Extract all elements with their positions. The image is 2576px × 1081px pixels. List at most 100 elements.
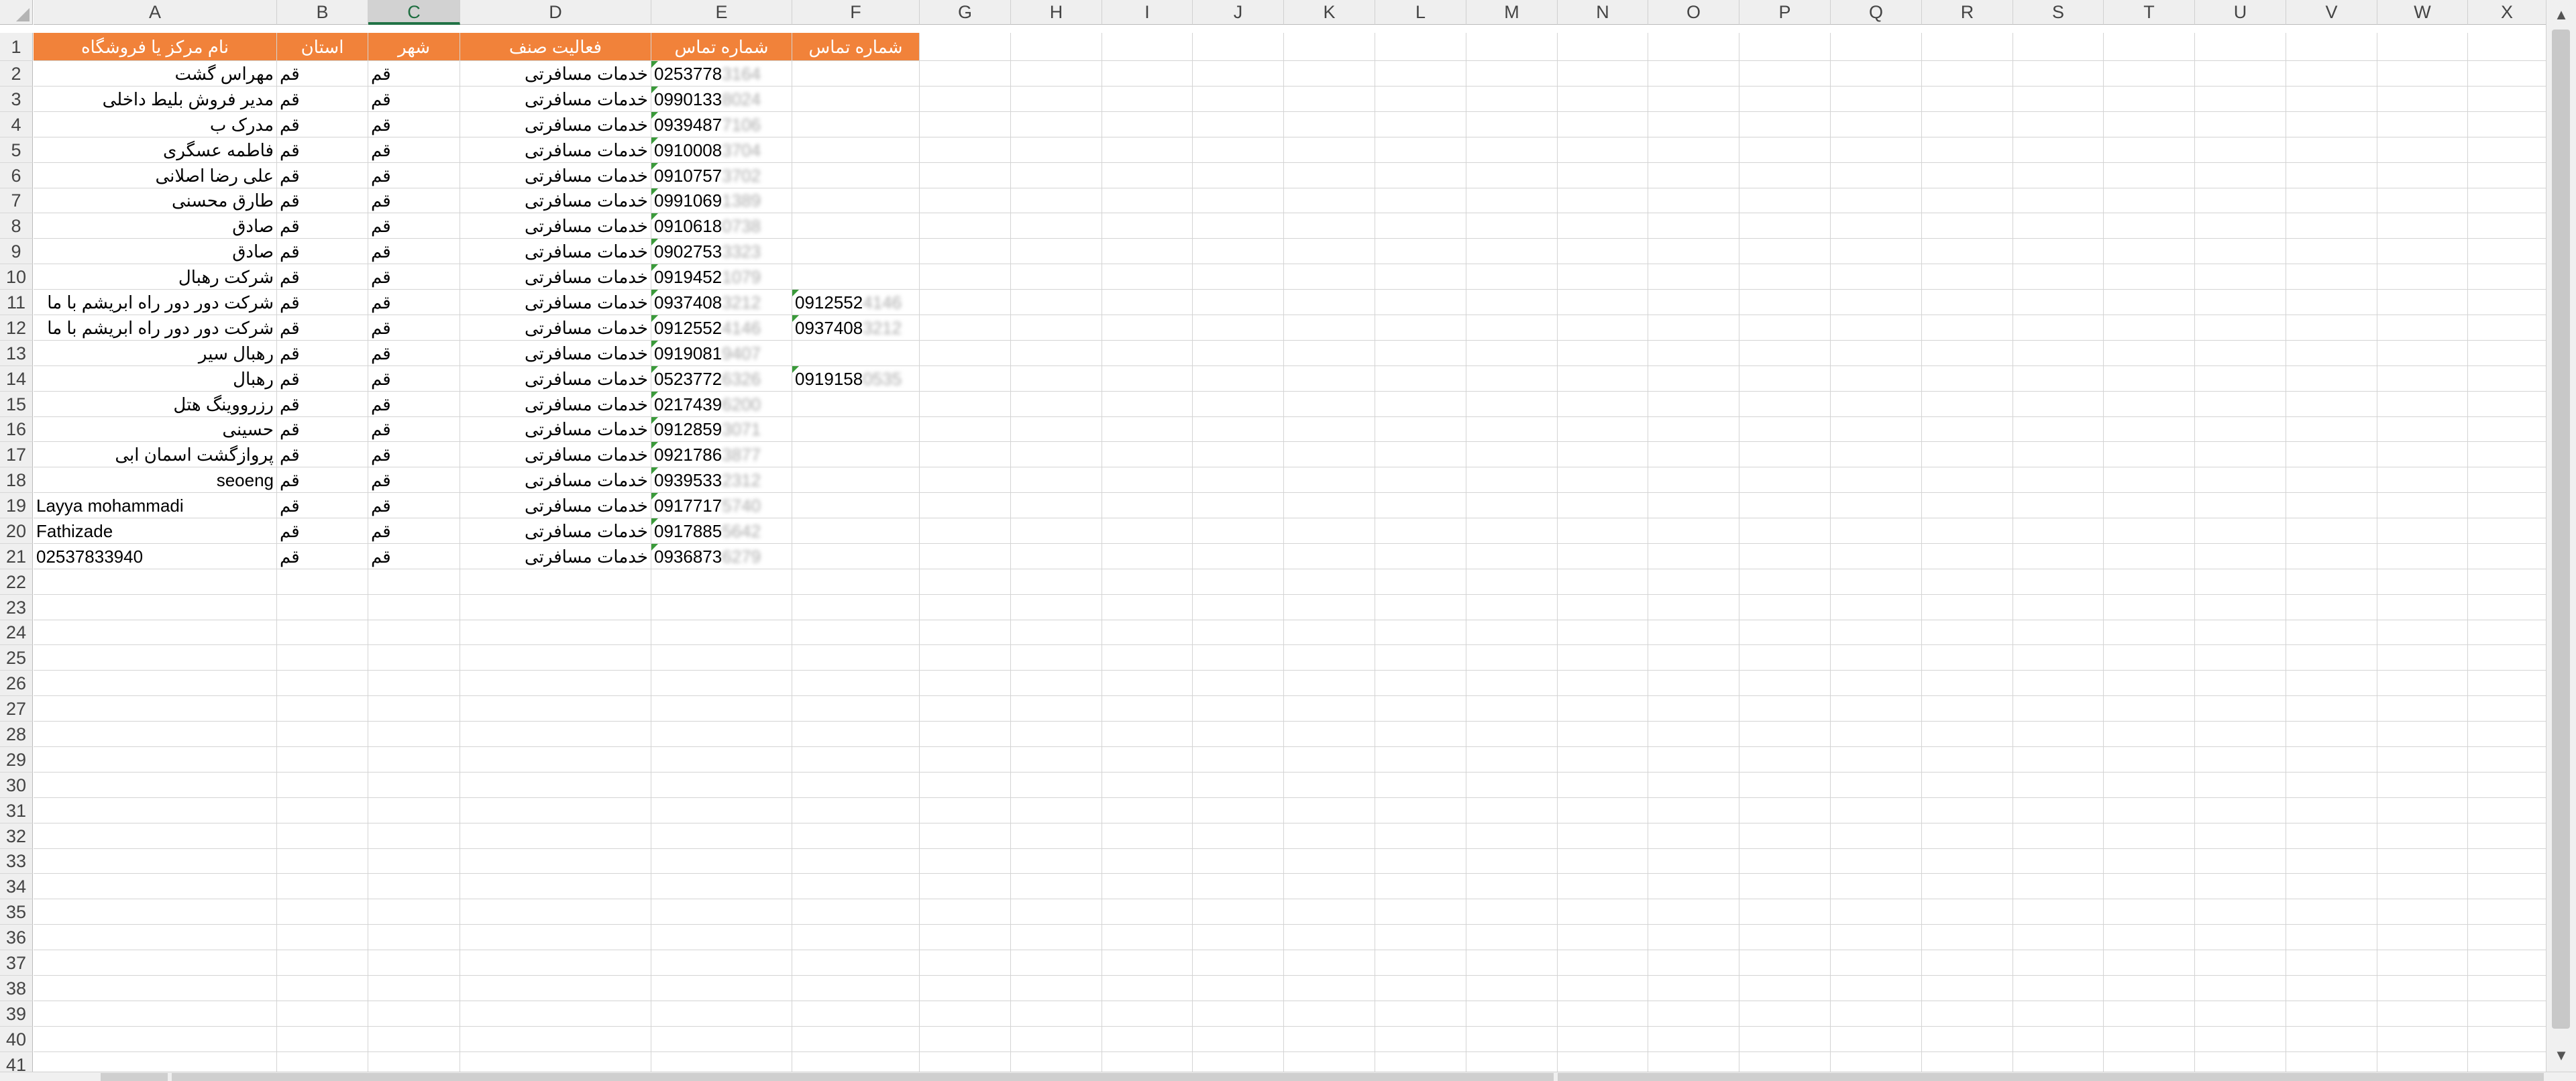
cell-h11[interactable] [1011, 290, 1102, 315]
cell-u1[interactable] [2195, 33, 2286, 61]
cell-a37[interactable] [34, 950, 277, 976]
cell-s3[interactable] [2013, 87, 2104, 112]
cell-b26[interactable] [277, 671, 368, 696]
cell-a12[interactable]: شرکت دور دور راه ابریشم با ما [34, 315, 277, 341]
row-header-37[interactable]: 37 [0, 950, 33, 976]
cell-d13[interactable]: خدمات مسافرتی [460, 341, 651, 366]
cell-h14[interactable] [1011, 366, 1102, 392]
cell-l38[interactable] [1375, 976, 1466, 1001]
cell-u40[interactable] [2195, 1027, 2286, 1052]
row-header-30[interactable]: 30 [0, 773, 33, 798]
cell-f9[interactable] [792, 239, 920, 264]
cell-u18[interactable] [2195, 467, 2286, 493]
cell-c14[interactable]: قم [368, 366, 460, 392]
cell-e21[interactable]: 09368736279 [651, 544, 792, 569]
cell-c6[interactable]: قم [368, 163, 460, 188]
cell-r8[interactable] [1922, 213, 2013, 239]
cell-g10[interactable] [920, 264, 1011, 290]
cell-s7[interactable] [2013, 188, 2104, 213]
cell-g7[interactable] [920, 188, 1011, 213]
cell-x34[interactable] [2468, 874, 2546, 899]
cell-e15[interactable]: 02174396200 [651, 392, 792, 417]
cell-n35[interactable] [1558, 899, 1648, 925]
cell-e37[interactable] [651, 950, 792, 976]
cell-t17[interactable] [2104, 442, 2195, 467]
cell-c20[interactable]: قم [368, 518, 460, 544]
cell-f20[interactable] [792, 518, 920, 544]
cell-m37[interactable] [1466, 950, 1558, 976]
cell-i13[interactable] [1102, 341, 1193, 366]
cell-e35[interactable] [651, 899, 792, 925]
cell-i11[interactable] [1102, 290, 1193, 315]
cell-i9[interactable] [1102, 239, 1193, 264]
cell-g16[interactable] [920, 417, 1011, 442]
cell-m15[interactable] [1466, 392, 1558, 417]
cell-f23[interactable] [792, 595, 920, 620]
cell-f26[interactable] [792, 671, 920, 696]
cell-i29[interactable] [1102, 747, 1193, 773]
cell-e5[interactable]: 09100083704 [651, 137, 792, 163]
cell-d17[interactable]: خدمات مسافرتی [460, 442, 651, 467]
cell-o7[interactable] [1648, 188, 1739, 213]
cell-b12[interactable]: قم [277, 315, 368, 341]
cell-n8[interactable] [1558, 213, 1648, 239]
cell-c30[interactable] [368, 773, 460, 798]
cell-d6[interactable]: خدمات مسافرتی [460, 163, 651, 188]
cell-s16[interactable] [2013, 417, 2104, 442]
cell-b7[interactable]: قم [277, 188, 368, 213]
cell-i31[interactable] [1102, 798, 1193, 823]
cell-s32[interactable] [2013, 823, 2104, 849]
cell-l18[interactable] [1375, 467, 1466, 493]
cell-v33[interactable] [2286, 849, 2377, 874]
cell-l40[interactable] [1375, 1027, 1466, 1052]
cell-n25[interactable] [1558, 645, 1648, 671]
cell-p26[interactable] [1739, 671, 1831, 696]
cell-m4[interactable] [1466, 112, 1558, 137]
cell-o1[interactable] [1648, 33, 1739, 61]
cell-n1[interactable] [1558, 33, 1648, 61]
cell-g19[interactable] [920, 493, 1011, 518]
cell-t24[interactable] [2104, 620, 2195, 645]
cell-e10[interactable]: 09194521079 [651, 264, 792, 290]
cell-g11[interactable] [920, 290, 1011, 315]
cell-c18[interactable]: قم [368, 467, 460, 493]
cell-s28[interactable] [2013, 722, 2104, 747]
cell-q41[interactable] [1831, 1052, 1922, 1072]
cell-c17[interactable]: قم [368, 442, 460, 467]
cell-e13[interactable]: 09190819407 [651, 341, 792, 366]
cell-r26[interactable] [1922, 671, 2013, 696]
cell-p10[interactable] [1739, 264, 1831, 290]
cell-t9[interactable] [2104, 239, 2195, 264]
cell-l33[interactable] [1375, 849, 1466, 874]
row-header-40[interactable]: 40 [0, 1027, 33, 1052]
cell-n39[interactable] [1558, 1001, 1648, 1027]
cell-t8[interactable] [2104, 213, 2195, 239]
cell-x4[interactable] [2468, 112, 2546, 137]
cell-s21[interactable] [2013, 544, 2104, 569]
cell-v29[interactable] [2286, 747, 2377, 773]
cell-p31[interactable] [1739, 798, 1831, 823]
cell-a27[interactable] [34, 696, 277, 722]
cell-h6[interactable] [1011, 163, 1102, 188]
cell-k19[interactable] [1284, 493, 1375, 518]
cell-b41[interactable] [277, 1052, 368, 1072]
cell-m29[interactable] [1466, 747, 1558, 773]
cell-s6[interactable] [2013, 163, 2104, 188]
cell-v26[interactable] [2286, 671, 2377, 696]
cell-h23[interactable] [1011, 595, 1102, 620]
cell-q11[interactable] [1831, 290, 1922, 315]
cell-u17[interactable] [2195, 442, 2286, 467]
cell-o39[interactable] [1648, 1001, 1739, 1027]
cell-a34[interactable] [34, 874, 277, 899]
cell-k10[interactable] [1284, 264, 1375, 290]
cell-d22[interactable] [460, 569, 651, 595]
cell-r14[interactable] [1922, 366, 2013, 392]
cell-k27[interactable] [1284, 696, 1375, 722]
cell-r1[interactable] [1922, 33, 2013, 61]
cell-c3[interactable]: قم [368, 87, 460, 112]
cell-s5[interactable] [2013, 137, 2104, 163]
row-header-41[interactable]: 41 [0, 1052, 33, 1072]
cell-l21[interactable] [1375, 544, 1466, 569]
column-header-p[interactable]: P [1739, 0, 1831, 25]
cell-h4[interactable] [1011, 112, 1102, 137]
